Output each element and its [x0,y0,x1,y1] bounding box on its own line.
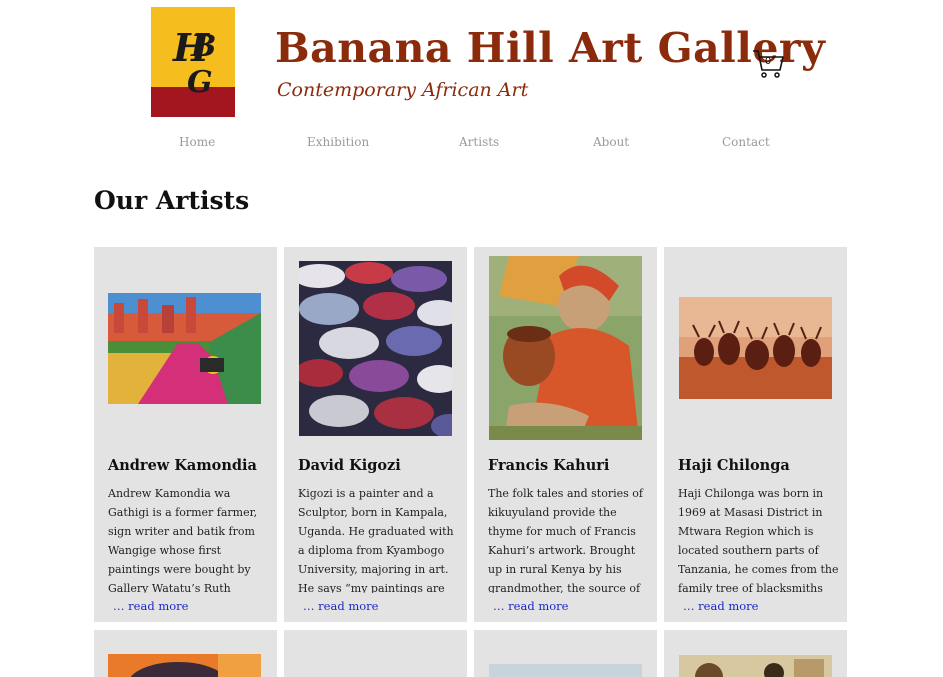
cart-count: 0 [764,56,772,67]
nav-home[interactable]: Home [179,135,215,149]
artist-card[interactable]: Francis Kahuri The folk tales and storie… [474,247,657,622]
artist-name[interactable]: Haji Chilonga [678,457,790,474]
nav-artists[interactable]: Artists [459,135,499,149]
artwork-image[interactable] [299,261,452,436]
artwork-image[interactable] [108,293,261,404]
page-title: Our Artists [94,186,250,215]
artist-card[interactable]: Haji Chilonga Haji Chilonga was born in … [664,247,847,622]
artist-card[interactable]: David Kigozi Kigozi is a painter and a S… [284,247,467,622]
artist-name[interactable]: Andrew Kamondia [108,457,257,474]
artwork-image[interactable] [108,654,261,677]
main-nav: Home Exhibition Artists About Contact [0,135,943,155]
read-more-link[interactable]: … read more [493,599,568,613]
artist-card[interactable] [474,630,657,677]
read-more-link[interactable]: … read more [683,599,758,613]
artwork-image[interactable] [679,297,832,399]
artist-card[interactable]: Andrew Kamondia Andrew Kamondia wa Gathi… [94,247,277,622]
logo-letter-b: B [191,29,217,64]
artist-bio: Haji Chilonga was born in 1969 at Masasi… [678,487,839,593]
gallery-logo[interactable]: H B G [151,7,235,117]
site-subtitle: Contemporary African Art [277,79,529,101]
logo-letter-g: G [187,65,213,100]
artist-name[interactable]: David Kigozi [298,457,401,474]
nav-exhibition[interactable]: Exhibition [307,135,369,149]
artist-card[interactable] [94,630,277,677]
artist-card[interactable] [664,630,847,677]
read-more-link[interactable]: … read more [303,599,378,613]
nav-contact[interactable]: Contact [722,135,770,149]
artwork-image[interactable] [489,256,642,440]
artwork-image[interactable] [679,655,832,677]
artist-bio: Kigozi is a painter and a Sculptor, born… [298,487,454,593]
artwork-image[interactable] [489,664,642,677]
nav-about[interactable]: About [593,135,629,149]
artist-name[interactable]: Francis Kahuri [488,457,609,474]
read-more-link[interactable]: … read more [113,599,188,613]
artist-card[interactable] [284,630,467,677]
site-title[interactable]: Banana Hill Art Gallery [275,24,825,72]
artist-bio: Andrew Kamondia wa Gathigi is a former f… [108,487,258,593]
artist-bio: The folk tales and stories of kikuyuland… [488,487,643,593]
